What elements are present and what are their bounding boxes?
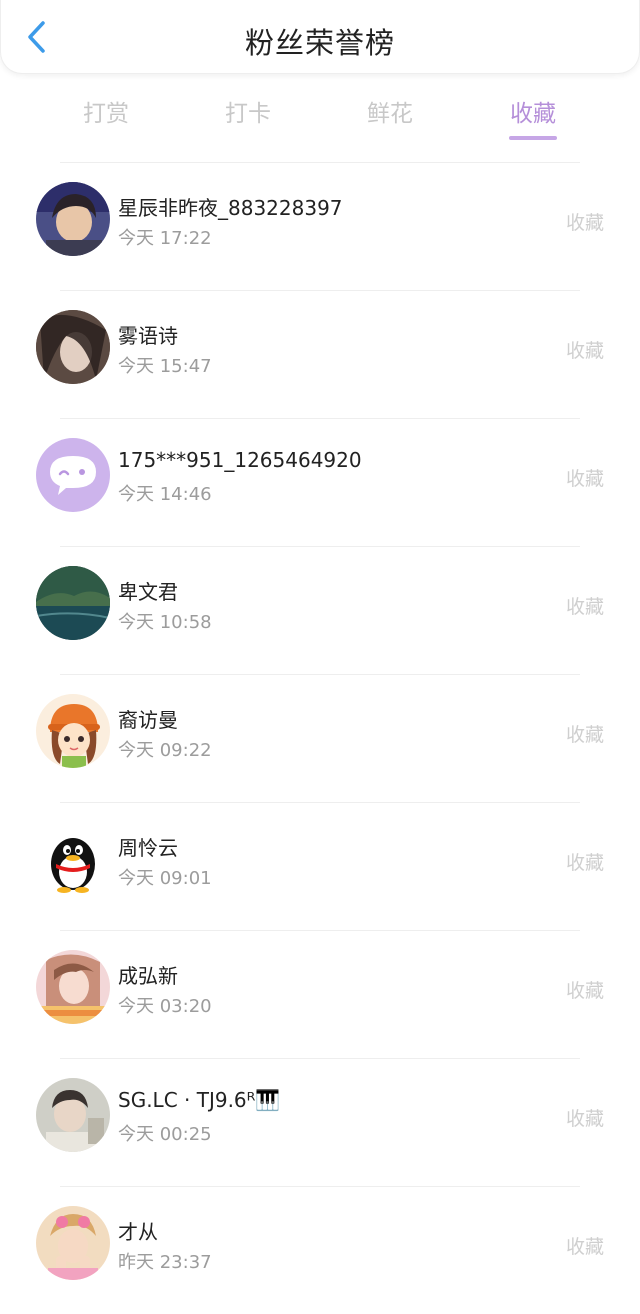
action-label: 收藏 bbox=[565, 724, 604, 746]
action-label: 收藏 bbox=[565, 852, 604, 874]
user-name: 成弘新 bbox=[118, 964, 178, 988]
divider bbox=[60, 674, 580, 675]
list-item[interactable]: 卑文君 今天 10:58 收藏 bbox=[0, 546, 640, 674]
divider bbox=[60, 1186, 580, 1187]
photo-avatar[interactable] bbox=[36, 182, 110, 256]
page-title: 粉丝荣誉榜 bbox=[244, 26, 395, 60]
user-name: 175***951_1265464920 bbox=[118, 448, 362, 472]
action-label: 收藏 bbox=[565, 212, 604, 234]
list-item[interactable]: 才从 昨天 23:37 收藏 bbox=[0, 1186, 640, 1314]
divider bbox=[60, 930, 580, 931]
list-item[interactable]: 雾语诗 今天 15:47 收藏 bbox=[0, 290, 640, 418]
divider bbox=[60, 418, 580, 419]
list-item[interactable]: SG.LC · TJ9.6ᴿ🎹 今天 00:25 收藏 bbox=[0, 1058, 640, 1186]
photo-avatar[interactable] bbox=[36, 950, 110, 1024]
photo-avatar[interactable] bbox=[36, 1078, 110, 1152]
timestamp: 今天 09:01 bbox=[118, 868, 212, 889]
timestamp: 今天 10:58 bbox=[118, 612, 212, 633]
user-name: 才从 bbox=[118, 1220, 158, 1244]
photo-avatar[interactable] bbox=[36, 1206, 110, 1280]
timestamp: 今天 03:20 bbox=[118, 996, 212, 1017]
photo-avatar[interactable] bbox=[36, 310, 110, 384]
action-label: 收藏 bbox=[565, 468, 604, 490]
divider bbox=[60, 290, 580, 291]
top-bar: 粉丝荣誉榜 bbox=[0, 0, 640, 74]
fan-list: 星辰非昨夜_883228397 今天 17:22 收藏 雾语诗 今天 15:47… bbox=[0, 162, 640, 1314]
action-label: 收藏 bbox=[565, 980, 604, 1002]
timestamp: 今天 14:46 bbox=[118, 484, 212, 505]
list-item[interactable]: 175***951_1265464920 今天 14:46 收藏 bbox=[0, 418, 640, 546]
user-name: SG.LC · TJ9.6ᴿ🎹 bbox=[118, 1088, 281, 1112]
tab-flowers[interactable]: 鲜花 bbox=[330, 94, 450, 128]
tab-checkin[interactable]: 打卡 bbox=[188, 94, 308, 128]
tab-favorites[interactable]: 收藏 bbox=[473, 94, 593, 140]
divider bbox=[60, 162, 580, 163]
divider bbox=[60, 546, 580, 547]
user-name: 卑文君 bbox=[118, 580, 178, 604]
timestamp: 今天 09:22 bbox=[118, 740, 212, 761]
list-item[interactable]: 周怜云 今天 09:01 收藏 bbox=[0, 802, 640, 930]
timestamp: 昨天 23:37 bbox=[118, 1252, 212, 1273]
divider bbox=[60, 1058, 580, 1059]
penguin-avatar[interactable] bbox=[36, 822, 110, 896]
timestamp: 今天 00:25 bbox=[118, 1124, 212, 1145]
action-label: 收藏 bbox=[565, 340, 604, 362]
action-label: 收藏 bbox=[565, 1108, 604, 1130]
list-item[interactable]: 成弘新 今天 03:20 收藏 bbox=[0, 930, 640, 1058]
landscape-avatar[interactable] bbox=[36, 566, 110, 640]
tab-reward[interactable]: 打赏 bbox=[46, 94, 166, 128]
action-label: 收藏 bbox=[565, 1236, 604, 1258]
action-label: 收藏 bbox=[565, 596, 604, 618]
timestamp: 今天 17:22 bbox=[118, 228, 212, 249]
list-item[interactable]: 星辰非昨夜_883228397 今天 17:22 收藏 bbox=[0, 162, 640, 290]
timestamp: 今天 15:47 bbox=[118, 356, 212, 377]
active-tab-indicator bbox=[509, 136, 557, 140]
chat-bubble-avatar[interactable] bbox=[36, 438, 110, 512]
list-item[interactable]: 裔访曼 今天 09:22 收藏 bbox=[0, 674, 640, 802]
user-name: 雾语诗 bbox=[118, 324, 178, 348]
divider bbox=[60, 802, 580, 803]
user-name: 裔访曼 bbox=[118, 708, 178, 732]
user-name: 星辰非昨夜_883228397 bbox=[118, 196, 343, 220]
cartoon-girl-avatar[interactable] bbox=[36, 694, 110, 768]
user-name: 周怜云 bbox=[118, 836, 178, 860]
tab-bar: 打赏 打卡 鲜花 收藏 bbox=[0, 84, 640, 146]
